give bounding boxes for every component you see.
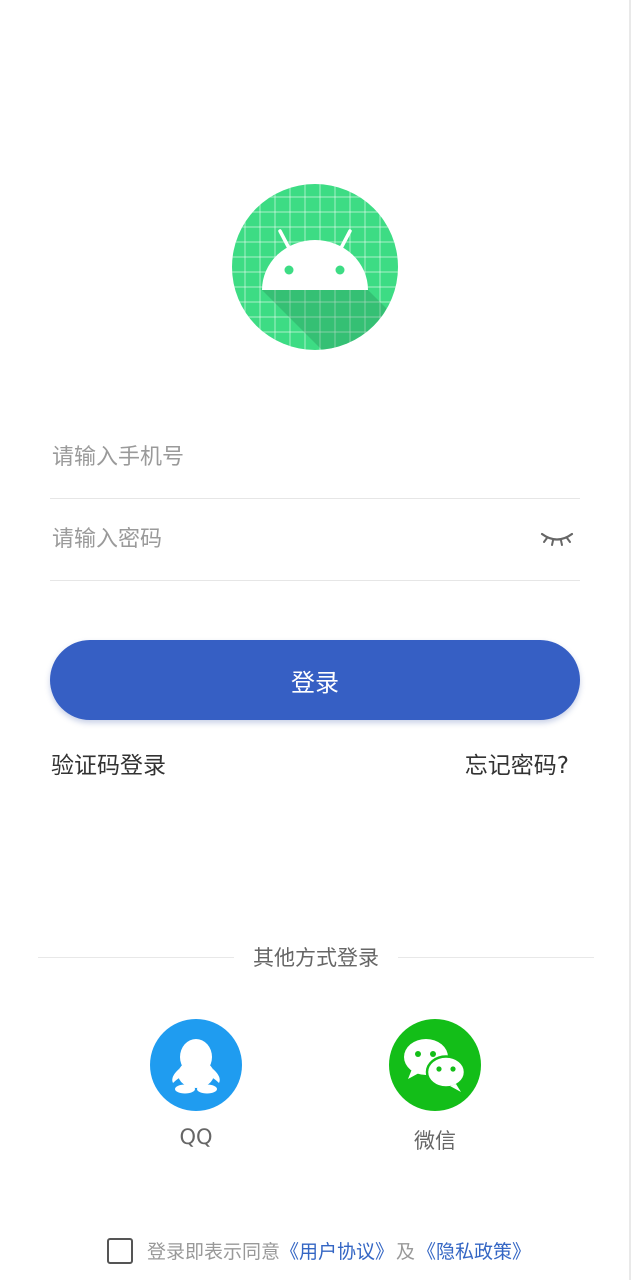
wechat-circle — [389, 1019, 481, 1111]
qq-penguin-icon — [172, 1039, 220, 1094]
sms-login-link[interactable]: 验证码登录 — [51, 748, 166, 784]
user-agreement-link[interactable]: 《用户协议》 — [280, 1237, 394, 1264]
phone-input[interactable] — [50, 417, 522, 497]
qq-label: QQ — [179, 1125, 213, 1149]
agreement-conjunction: 及 — [396, 1241, 416, 1263]
phone-field — [50, 417, 580, 499]
other-login-title: 其他方式登录 — [236, 944, 396, 972]
wechat-icon — [404, 1039, 467, 1092]
divider-line-right — [398, 957, 594, 958]
app-logo-icon — [232, 184, 398, 350]
agreement-checkbox[interactable] — [107, 1237, 133, 1264]
agreement-prefix: 登录即表示同意 — [147, 1241, 281, 1263]
divider-line-left — [38, 957, 234, 958]
eye-closed-icon[interactable] — [540, 525, 574, 549]
wechat-login-button[interactable]: 微信 — [389, 1019, 481, 1155]
qq-login-button[interactable]: QQ — [150, 1019, 242, 1149]
qq-circle — [150, 1019, 242, 1111]
privacy-policy-link[interactable]: 《隐私政策》 — [417, 1237, 531, 1264]
password-field — [50, 499, 580, 581]
agreement-row: 登录即表示同意 《用户协议》 及 《隐私政策》 — [107, 1237, 531, 1264]
password-input[interactable] — [50, 499, 522, 579]
login-button[interactable]: 登录 — [50, 640, 580, 720]
forgot-password-link[interactable]: 忘记密码? — [465, 748, 569, 784]
login-button-label: 登录 — [291, 668, 339, 697]
wechat-label: 微信 — [414, 1129, 456, 1153]
